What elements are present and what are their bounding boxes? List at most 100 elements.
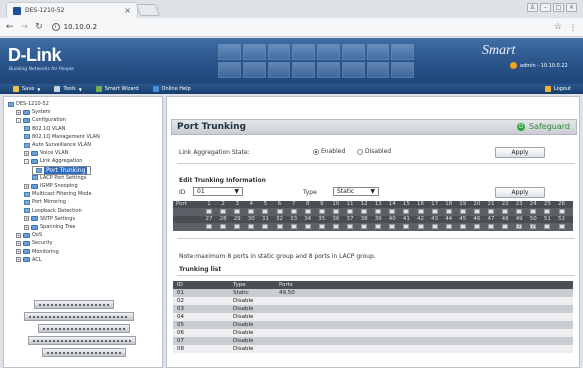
new-tab-button[interactable] <box>135 4 161 16</box>
enabled-radio[interactable]: Enabled <box>313 148 345 155</box>
port-49-checkbox[interactable]: ✓ <box>516 224 523 230</box>
port-16-checkbox[interactable] <box>417 209 424 214</box>
port-15-checkbox[interactable] <box>403 209 410 214</box>
expand-icon[interactable]: + <box>24 150 29 156</box>
minimize-icon[interactable]: – <box>540 3 551 12</box>
smart-wizard-menu[interactable]: Smart Wizard <box>91 84 144 94</box>
tree-item-acl[interactable]: + ACL <box>16 256 42 264</box>
expand-icon[interactable]: + <box>16 257 21 263</box>
port-38-checkbox[interactable] <box>361 224 368 229</box>
table-row[interactable]: 07 Disable <box>173 337 573 345</box>
apply-trunk-button[interactable]: Apply <box>495 187 545 198</box>
table-row[interactable]: 04 Disable <box>173 313 573 321</box>
port-12-checkbox[interactable] <box>361 209 368 214</box>
port-3-checkbox[interactable] <box>234 209 241 214</box>
type-select[interactable]: Static ▼ <box>333 187 379 196</box>
port-31-checkbox[interactable] <box>262 224 269 229</box>
port-26-checkbox[interactable] <box>558 209 565 214</box>
port-46-checkbox[interactable] <box>473 224 480 229</box>
port-42-checkbox[interactable] <box>417 224 424 229</box>
port-11-checkbox[interactable] <box>347 209 353 214</box>
port-23-checkbox[interactable] <box>516 209 523 214</box>
tree-item-des-1210-52[interactable]: DES-1210-52 <box>8 100 49 108</box>
save-menu[interactable]: Save ▼ <box>8 84 45 94</box>
tree-item-monitoring[interactable]: + Monitoring <box>16 248 59 256</box>
port-25-checkbox[interactable] <box>544 209 551 214</box>
port-13-checkbox[interactable] <box>375 209 382 214</box>
port-4-checkbox[interactable] <box>248 209 255 214</box>
safeguard-indicator[interactable]: ⏻ Safeguard <box>517 122 570 131</box>
tree-item-voice-vlan[interactable]: + Voice VLAN <box>24 149 68 157</box>
port-18-checkbox[interactable] <box>445 209 452 214</box>
tree-item-port-mirroring[interactable]: Port Mirroring <box>24 198 66 206</box>
port-51-checkbox[interactable] <box>544 224 551 229</box>
forward-icon[interactable]: → <box>21 22 29 32</box>
expand-icon[interactable]: + <box>24 216 29 222</box>
tree-item-igmp-snooping[interactable]: + IGMP Snooping <box>24 182 78 190</box>
expand-icon[interactable]: + <box>16 240 21 246</box>
port-20-checkbox[interactable] <box>473 209 480 214</box>
port-9-checkbox[interactable] <box>318 209 325 214</box>
back-icon[interactable]: ← <box>6 22 14 32</box>
port-28-checkbox[interactable] <box>220 224 227 229</box>
apply-state-button[interactable]: Apply <box>495 147 545 158</box>
expand-icon[interactable]: + <box>16 232 21 238</box>
port-21-checkbox[interactable] <box>488 209 494 214</box>
expand-icon[interactable]: + <box>16 249 21 255</box>
info-icon[interactable]: i <box>51 23 60 31</box>
collapse-icon[interactable]: - <box>24 158 29 164</box>
close-window-icon[interactable]: × <box>566 3 577 12</box>
maximize-icon[interactable]: □ <box>553 3 564 12</box>
id-select[interactable]: 01 ▼ <box>193 187 243 196</box>
online-help-menu[interactable]: Online Help <box>148 84 196 94</box>
port-10-checkbox[interactable] <box>332 209 339 214</box>
collapse-icon[interactable]: - <box>16 117 21 123</box>
port-36-checkbox[interactable] <box>332 224 339 229</box>
port-45-checkbox[interactable] <box>459 224 466 229</box>
expand-icon[interactable]: + <box>24 183 29 189</box>
port-1-checkbox[interactable] <box>206 209 212 214</box>
tab-close-icon[interactable]: × <box>124 6 131 15</box>
port-34-checkbox[interactable] <box>304 224 311 229</box>
url-text[interactable]: 10.10.0.2 <box>64 23 97 31</box>
expand-icon[interactable]: + <box>24 224 29 230</box>
port-35-checkbox[interactable] <box>318 224 325 229</box>
port-44-checkbox[interactable] <box>445 224 452 229</box>
port-43-checkbox[interactable] <box>431 224 438 229</box>
port-14-checkbox[interactable] <box>389 209 396 214</box>
user-icon[interactable]: ♙ <box>527 3 538 12</box>
tree-item-configuration[interactable]: - Configuration <box>16 116 66 124</box>
table-row[interactable]: 03 Disable <box>173 305 573 313</box>
port-22-checkbox[interactable] <box>502 209 509 214</box>
browser-menu-icon[interactable]: ⋮ <box>569 23 577 32</box>
tree-item-802-1q-vlan[interactable]: 802.1Q VLAN <box>24 125 65 133</box>
port-33-checkbox[interactable] <box>290 224 297 229</box>
table-row[interactable]: 06 Disable <box>173 329 573 337</box>
port-2-checkbox[interactable] <box>220 209 227 214</box>
port-29-checkbox[interactable] <box>234 224 241 229</box>
tree-item-qos[interactable]: + QoS <box>16 231 42 239</box>
port-41-checkbox[interactable] <box>403 224 410 229</box>
tree-item-spanning-tree[interactable]: + Spanning Tree <box>24 223 76 231</box>
table-row[interactable]: 02 Disable <box>173 297 573 305</box>
address-bar[interactable]: i 10.10.0.2 <box>51 23 97 31</box>
port-27-checkbox[interactable] <box>206 224 212 229</box>
tree-item-loopback-detection[interactable]: Loopback Detection <box>24 207 82 215</box>
port-40-checkbox[interactable] <box>389 224 396 229</box>
port-37-checkbox[interactable] <box>347 224 353 229</box>
tree-item-system[interactable]: + System <box>16 108 51 116</box>
port-8-checkbox[interactable] <box>304 209 311 214</box>
port-32-checkbox[interactable] <box>276 224 283 229</box>
disabled-radio[interactable]: Disabled <box>357 148 391 155</box>
tree-item-security[interactable]: + Security <box>16 239 53 247</box>
tools-menu[interactable]: Tools ▼ <box>49 84 86 94</box>
port-7-checkbox[interactable] <box>290 209 297 214</box>
reload-icon[interactable]: ↻ <box>35 22 43 32</box>
table-row[interactable]: 08 Disable <box>173 345 573 353</box>
port-50-checkbox[interactable]: ✓ <box>530 224 537 230</box>
port-5-checkbox[interactable] <box>262 209 269 214</box>
port-17-checkbox[interactable] <box>431 209 438 214</box>
port-39-checkbox[interactable] <box>375 224 382 229</box>
port-24-checkbox[interactable] <box>530 209 537 214</box>
tree-item-auto-surveillance-vlan[interactable]: Auto Surveillance VLAN <box>24 141 91 149</box>
